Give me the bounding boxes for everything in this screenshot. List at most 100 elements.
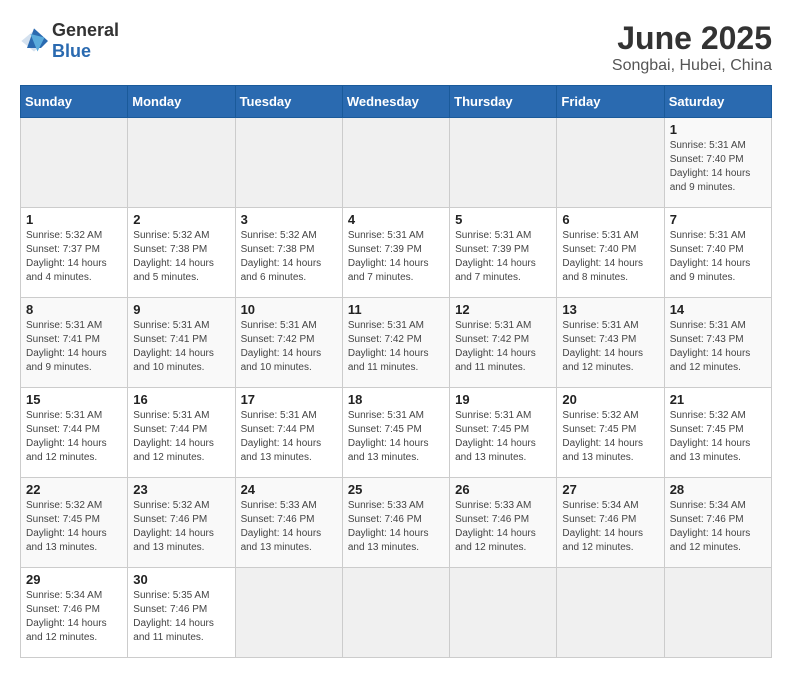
day-number: 1: [670, 122, 766, 137]
calendar-cell: 16Sunrise: 5:31 AMSunset: 7:44 PMDayligh…: [128, 388, 235, 478]
day-number: 11: [348, 302, 444, 317]
logo: General Blue: [20, 20, 119, 62]
cell-content: Sunrise: 5:31 AMSunset: 7:39 PMDaylight:…: [348, 229, 444, 285]
calendar-cell: 15Sunrise: 5:31 AMSunset: 7:44 PMDayligh…: [21, 388, 128, 478]
calendar-cell: 19Sunrise: 5:31 AMSunset: 7:45 PMDayligh…: [450, 388, 557, 478]
logo-icon: [20, 27, 48, 55]
cell-content: Sunrise: 5:32 AMSunset: 7:45 PMDaylight:…: [562, 409, 658, 465]
day-number: 8: [26, 302, 122, 317]
location-title: Songbai, Hubei, China: [612, 57, 772, 75]
cell-content: Sunrise: 5:32 AMSunset: 7:38 PMDaylight:…: [241, 229, 337, 285]
calendar-cell: 2 Sunrise: 5:32 AMSunset: 7:38 PMDaylight…: [128, 208, 235, 298]
calendar-cell: 9 Sunrise: 5:31 AMSunset: 7:41 PMDaylight…: [128, 298, 235, 388]
day-number: 25: [348, 482, 444, 497]
cell-content: Sunrise: 5:32 AMSunset: 7:37 PMDaylight:…: [26, 229, 122, 285]
calendar-cell: [342, 118, 449, 208]
day-number: 3: [241, 212, 337, 227]
calendar-cell: 6 Sunrise: 5:31 AMSunset: 7:40 PMDaylight…: [557, 208, 664, 298]
calendar-cell: [557, 118, 664, 208]
calendar-cell: 11 Sunrise: 5:31 AMSunset: 7:42 PMDayligh…: [342, 298, 449, 388]
cell-content: Sunrise: 5:32 AMSunset: 7:45 PMDaylight:…: [670, 409, 766, 465]
calendar-cell: 1 Sunrise: 5:32 AMSunset: 7:37 PMDaylight…: [21, 208, 128, 298]
calendar-cell: 30Sunrise: 5:35 AMSunset: 7:46 PMDayligh…: [128, 568, 235, 658]
cell-content: Sunrise: 5:31 AMSunset: 7:44 PMDaylight:…: [241, 409, 337, 465]
cell-content: Sunrise: 5:31 AMSunset: 7:42 PMDaylight:…: [455, 319, 551, 375]
month-title: June 2025: [612, 20, 772, 57]
cell-content: Sunrise: 5:31 AMSunset: 7:45 PMDaylight:…: [455, 409, 551, 465]
cell-content: Sunrise: 5:33 AMSunset: 7:46 PMDaylight:…: [348, 499, 444, 555]
day-number: 9: [133, 302, 229, 317]
day-number: 1: [26, 212, 122, 227]
day-number: 22: [26, 482, 122, 497]
calendar-cell: 21Sunrise: 5:32 AMSunset: 7:45 PMDayligh…: [664, 388, 771, 478]
day-number: 6: [562, 212, 658, 227]
calendar-cell: [664, 568, 771, 658]
logo-blue: Blue: [52, 41, 91, 61]
calendar-week-4: 15 Sunrise: 5:31 AMSunset: 7:44 PMDayligh…: [21, 388, 772, 478]
calendar-cell: 8 Sunrise: 5:31 AMSunset: 7:41 PMDaylight…: [21, 298, 128, 388]
calendar-cell: 10 Sunrise: 5:31 AMSunset: 7:42 PMDayligh…: [235, 298, 342, 388]
calendar-cell: 25 Sunrise: 5:33 AMSunset: 7:46 PMDayligh…: [342, 478, 449, 568]
cell-content: Sunrise: 5:32 AMSunset: 7:38 PMDaylight:…: [133, 229, 229, 285]
cell-content: Sunrise: 5:31 AMSunset: 7:43 PMDaylight:…: [670, 319, 766, 375]
day-number: 14: [670, 302, 766, 317]
calendar-week-1: 1Sunrise: 5:31 AMSunset: 7:40 PMDaylight…: [21, 118, 772, 208]
calendar-cell: 4 Sunrise: 5:31 AMSunset: 7:39 PMDaylight…: [342, 208, 449, 298]
calendar-week-2: 1 Sunrise: 5:32 AMSunset: 7:37 PMDaylight…: [21, 208, 772, 298]
header-wednesday: Wednesday: [342, 86, 449, 118]
calendar-week-5: 22Sunrise: 5:32 AMSunset: 7:45 PMDayligh…: [21, 478, 772, 568]
day-number: 26: [455, 482, 551, 497]
calendar-cell: 12 Sunrise: 5:31 AMSunset: 7:42 PMDayligh…: [450, 298, 557, 388]
cell-content: Sunrise: 5:34 AMSunset: 7:46 PMDaylight:…: [26, 589, 122, 645]
cell-content: Sunrise: 5:34 AMSunset: 7:46 PMDaylight:…: [670, 499, 766, 555]
calendar-cell: 28 Sunrise: 5:34 AMSunset: 7:46 PMDayligh…: [664, 478, 771, 568]
header-monday: Monday: [128, 86, 235, 118]
day-number: 27: [562, 482, 658, 497]
cell-content: Sunrise: 5:31 AMSunset: 7:39 PMDaylight:…: [455, 229, 551, 285]
calendar-cell: 1Sunrise: 5:31 AMSunset: 7:40 PMDaylight…: [664, 118, 771, 208]
day-number: 12: [455, 302, 551, 317]
calendar-cell: [342, 568, 449, 658]
logo-text: General Blue: [52, 20, 119, 62]
header-tuesday: Tuesday: [235, 86, 342, 118]
day-number: 24: [241, 482, 337, 497]
cell-content: Sunrise: 5:31 AMSunset: 7:43 PMDaylight:…: [562, 319, 658, 375]
header-thursday: Thursday: [450, 86, 557, 118]
title-area: June 2025 Songbai, Hubei, China: [612, 20, 772, 75]
day-number: 17: [241, 392, 337, 407]
calendar-cell: 24 Sunrise: 5:33 AMSunset: 7:46 PMDayligh…: [235, 478, 342, 568]
cell-content: Sunrise: 5:34 AMSunset: 7:46 PMDaylight:…: [562, 499, 658, 555]
cell-content: Sunrise: 5:31 AMSunset: 7:41 PMDaylight:…: [133, 319, 229, 375]
day-number: 30: [133, 572, 229, 587]
cell-content: Sunrise: 5:32 AMSunset: 7:46 PMDaylight:…: [133, 499, 229, 555]
calendar-table: SundayMondayTuesdayWednesdayThursdayFrid…: [20, 85, 772, 658]
day-number: 20: [562, 392, 658, 407]
cell-content: Sunrise: 5:31 AMSunset: 7:42 PMDaylight:…: [241, 319, 337, 375]
calendar-cell: 5Sunrise: 5:31 AMSunset: 7:39 PMDaylight…: [450, 208, 557, 298]
calendar-cell: 7 Sunrise: 5:31 AMSunset: 7:40 PMDaylight…: [664, 208, 771, 298]
calendar-cell: 27 Sunrise: 5:34 AMSunset: 7:46 PMDayligh…: [557, 478, 664, 568]
calendar-cell: [235, 118, 342, 208]
day-number: 10: [241, 302, 337, 317]
calendar-cell: 17 Sunrise: 5:31 AMSunset: 7:44 PMDayligh…: [235, 388, 342, 478]
cell-content: Sunrise: 5:31 AMSunset: 7:41 PMDaylight:…: [26, 319, 122, 375]
cell-content: Sunrise: 5:31 AMSunset: 7:42 PMDaylight:…: [348, 319, 444, 375]
cell-content: Sunrise: 5:33 AMSunset: 7:46 PMDaylight:…: [455, 499, 551, 555]
calendar-cell: [235, 568, 342, 658]
calendar-week-6: 29Sunrise: 5:34 AMSunset: 7:46 PMDayligh…: [21, 568, 772, 658]
calendar-cell: 20 Sunrise: 5:32 AMSunset: 7:45 PMDayligh…: [557, 388, 664, 478]
cell-content: Sunrise: 5:31 AMSunset: 7:40 PMDaylight:…: [670, 229, 766, 285]
day-number: 7: [670, 212, 766, 227]
day-number: 4: [348, 212, 444, 227]
cell-content: Sunrise: 5:33 AMSunset: 7:46 PMDaylight:…: [241, 499, 337, 555]
cell-content: Sunrise: 5:31 AMSunset: 7:40 PMDaylight:…: [562, 229, 658, 285]
calendar-cell: 13 Sunrise: 5:31 AMSunset: 7:43 PMDayligh…: [557, 298, 664, 388]
day-number: 2: [133, 212, 229, 227]
header-friday: Friday: [557, 86, 664, 118]
calendar-cell: 29Sunrise: 5:34 AMSunset: 7:46 PMDayligh…: [21, 568, 128, 658]
day-number: 13: [562, 302, 658, 317]
day-number: 15: [26, 392, 122, 407]
calendar-cell: 18Sunrise: 5:31 AMSunset: 7:45 PMDayligh…: [342, 388, 449, 478]
day-number: 28: [670, 482, 766, 497]
calendar-cell: [450, 568, 557, 658]
